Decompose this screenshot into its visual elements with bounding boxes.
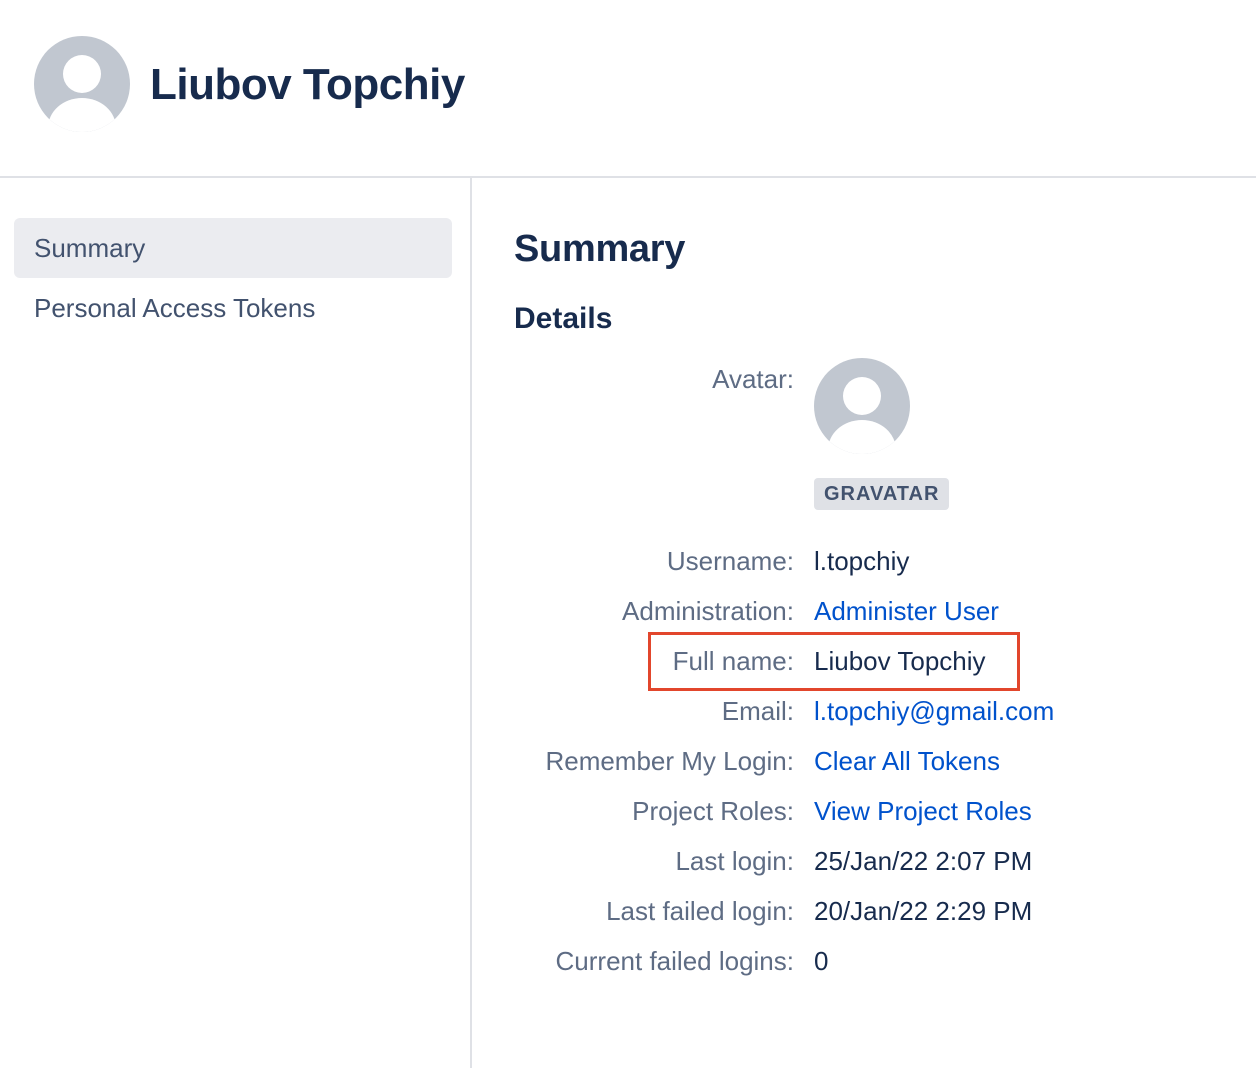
user-avatar-icon[interactable] bbox=[814, 358, 910, 454]
username-label: Username: bbox=[666, 546, 794, 576]
profile-header: Liubov Topchiy bbox=[0, 0, 1256, 178]
page-title: Liubov Topchiy bbox=[150, 60, 465, 109]
details-heading: Details bbox=[514, 302, 613, 335]
avatar-label: Avatar: bbox=[712, 364, 794, 394]
current-failed-logins-label: Current failed logins: bbox=[555, 946, 794, 976]
username-value: l.topchiy bbox=[814, 546, 910, 576]
administration-label: Administration: bbox=[622, 596, 794, 626]
remember-login-label: Remember My Login: bbox=[545, 746, 794, 776]
clear-all-tokens-link[interactable]: Clear All Tokens bbox=[814, 746, 1000, 777]
sidebar: Summary Personal Access Tokens bbox=[0, 178, 472, 1068]
email-link[interactable]: l.topchiy@gmail.com bbox=[814, 696, 1054, 727]
email-label: Email: bbox=[721, 696, 794, 726]
last-login-value: 25/Jan/22 2:07 PM bbox=[814, 846, 1033, 876]
last-failed-login-value: 20/Jan/22 2:29 PM bbox=[814, 896, 1033, 926]
full-name-value: Liubov Topchiy bbox=[814, 646, 986, 676]
gravatar-badge: GRAVATAR bbox=[814, 478, 950, 510]
sidebar-item-personal-access-tokens[interactable]: Personal Access Tokens bbox=[14, 278, 452, 338]
current-failed-logins-value: 0 bbox=[814, 946, 829, 976]
section-heading: Summary bbox=[514, 228, 686, 270]
default-avatar-icon bbox=[34, 36, 130, 132]
main-content: Summary Details Avatar: GRAVATAR Usernam… bbox=[514, 178, 1256, 1068]
sidebar-item-summary[interactable]: Summary bbox=[14, 218, 452, 278]
full-name-label: Full name: bbox=[672, 646, 794, 676]
last-failed-login-label: Last failed login: bbox=[606, 896, 794, 926]
view-project-roles-link[interactable]: View Project Roles bbox=[814, 796, 1032, 827]
administer-user-link[interactable]: Administer User bbox=[814, 596, 999, 627]
project-roles-label: Project Roles: bbox=[632, 796, 794, 826]
last-login-label: Last login: bbox=[675, 846, 794, 876]
